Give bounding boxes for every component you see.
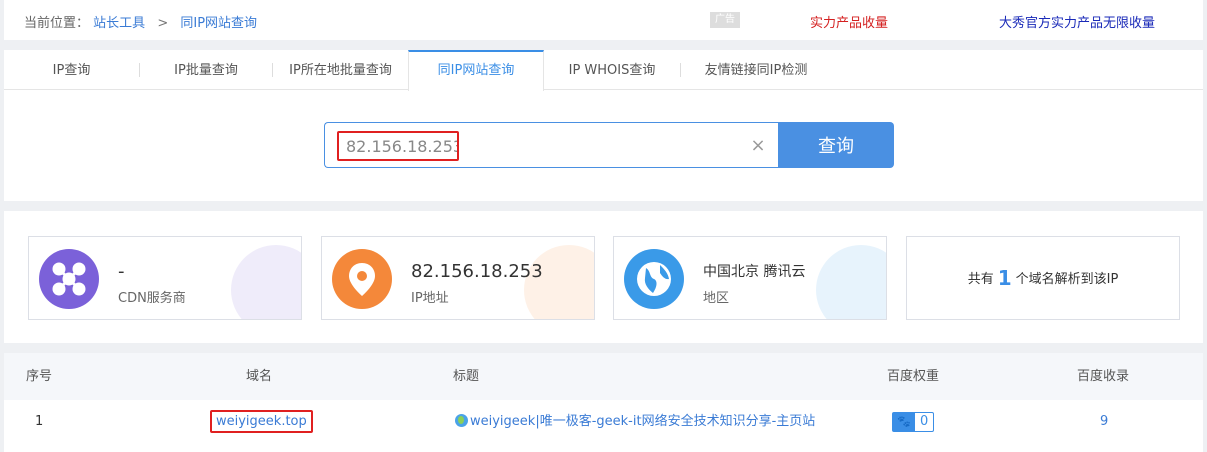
baidu-paw-icon: 🐾 [893, 412, 915, 431]
region-value: 中国北京 腾讯云 [703, 264, 806, 280]
table-header: 序号 域名 标题 百度权重 百度收录 [4, 353, 1203, 400]
header-index: 序号 [26, 369, 53, 384]
tab-same-ip-site[interactable]: 同IP网站查询 [408, 50, 544, 91]
top-bar: 当前位置： 站长工具 > 同IP网站查询 广告 实力产品收量 大秀官方实力产品无… [4, 0, 1203, 40]
baidu-weight-badge[interactable]: 🐾 0 [892, 411, 935, 432]
breadcrumb-prefix: 当前位置： [24, 16, 90, 31]
tab-friend-link-ip-check[interactable]: 友情链接同IP检测 [681, 50, 831, 90]
row-index: 1 [35, 414, 44, 429]
domain-count-text: 共有 1 个域名解析到该IP [907, 237, 1179, 319]
ad-badge: 广告 [710, 12, 740, 28]
breadcrumb-link-same-ip[interactable]: 同IP网站查询 [180, 16, 257, 31]
table-row: 1 weiyigeek.top weiyigeek|唯一极客-geek-it网络… [4, 400, 1203, 446]
breadcrumb: 当前位置： 站长工具 > 同IP网站查询 [24, 12, 257, 31]
row-indexed-cell: 9 [1100, 400, 1108, 446]
cdn-value: - [118, 261, 125, 282]
baidu-weight-value: 0 [920, 413, 929, 429]
search-button[interactable]: 查询 [778, 122, 894, 168]
tab-ip-whois[interactable]: IP WHOIS查询 [544, 50, 680, 90]
header-baidu-indexed: 百度收录 [1077, 369, 1130, 384]
globe-icon [624, 249, 684, 309]
ad-link-blue[interactable]: 大秀官方实力产品无限收量 [999, 12, 1155, 31]
domain-count-suffix: 个域名解析到该IP [1015, 272, 1119, 287]
row-domain-cell: weiyigeek.top [210, 400, 313, 446]
row-title-cell: weiyigeek|唯一极客-geek-it网络安全技术知识分享-主页站 [455, 400, 815, 446]
domain-link[interactable]: weiyigeek.top [210, 410, 313, 433]
ip-label: IP地址 [411, 291, 449, 306]
info-cards: - CDN服务商 82.156.18.253 IP地址 中国北京 腾讯云 地区 … [4, 211, 1203, 343]
ip-value: 82.156.18.253 [411, 261, 543, 282]
decorative-shape [231, 245, 301, 319]
tab-ip-batch-query[interactable]: IP批量查询 [140, 50, 272, 90]
cdn-label: CDN服务商 [118, 291, 186, 306]
breadcrumb-link-tools[interactable]: 站长工具 [93, 16, 145, 31]
site-title-link[interactable]: weiyigeek|唯一极客-geek-it网络安全技术知识分享-主页站 [470, 414, 815, 429]
domain-count-number: 1 [997, 266, 1012, 290]
tab-ip-location-batch[interactable]: IP所在地批量查询 [273, 50, 408, 90]
tab-bar: IP查询 IP批量查询 IP所在地批量查询 同IP网站查询 IP WHOIS查询… [4, 50, 1203, 91]
decorative-shape [524, 245, 594, 319]
search-box: × [324, 122, 778, 168]
site-globe-icon [455, 414, 468, 427]
decorative-shape [816, 245, 886, 319]
tab-ip-query[interactable]: IP查询 [4, 50, 139, 90]
ip-search-input[interactable] [337, 131, 459, 161]
domain-count-prefix: 共有 [967, 272, 994, 287]
row-weight-cell: 🐾 0 [892, 400, 935, 446]
card-domain-count: 共有 1 个域名解析到该IP [906, 236, 1180, 320]
location-pin-icon [332, 249, 392, 309]
search-panel: IP查询 IP批量查询 IP所在地批量查询 同IP网站查询 IP WHOIS查询… [4, 50, 1203, 201]
clear-icon[interactable]: × [749, 137, 767, 155]
card-region: 中国北京 腾讯云 地区 [613, 236, 887, 320]
result-table: 序号 域名 标题 百度权重 百度收录 1 weiyigeek.top weiyi… [4, 353, 1203, 452]
card-cdn: - CDN服务商 [28, 236, 302, 320]
baidu-indexed-link[interactable]: 9 [1100, 414, 1108, 429]
breadcrumb-separator: > [157, 16, 169, 31]
region-label: 地区 [703, 291, 730, 306]
header-baidu-weight: 百度权重 [887, 369, 940, 384]
share-nodes-icon [39, 249, 99, 309]
ad-link-red[interactable]: 实力产品收量 [810, 12, 888, 31]
header-title: 标题 [453, 369, 480, 384]
header-domain: 域名 [246, 369, 273, 384]
card-ip: 82.156.18.253 IP地址 [321, 236, 595, 320]
